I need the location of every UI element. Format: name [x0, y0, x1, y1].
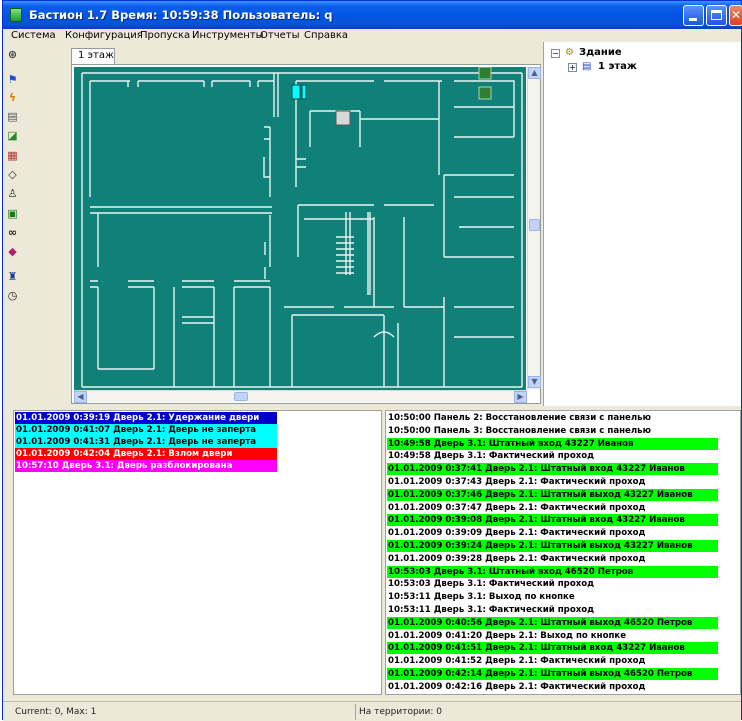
event-row[interactable]: 01.01.2009 0:42:14 Дверь 2.1: Штатный вы… — [387, 668, 718, 680]
event-log[interactable]: 10:50:00 Панель 2: Восстановление связи … — [385, 410, 741, 695]
alarm-row[interactable]: 01.01.2009 0:42:04 Дверь 2.1: Взлом двер… — [15, 448, 277, 460]
reader-device-icon[interactable] — [335, 110, 351, 126]
tag-icon[interactable]: ◇ — [6, 168, 19, 181]
event-row[interactable]: 10:50:00 Панель 2: Восстановление связи … — [387, 412, 718, 424]
scroll-up-arrow[interactable]: ▲ — [528, 67, 541, 79]
panel-device-icon-2[interactable] — [478, 86, 492, 100]
floor-plan-panel: 1 этаж ▲ ▼ ◀ ▶ — [63, 46, 541, 406]
object-tree: − ⚙ Здание + ▤ 1 этаж — [543, 42, 741, 406]
alarm-row[interactable]: 01.01.2009 0:41:31 Дверь 2.1: Дверь не з… — [15, 436, 277, 448]
plan-frame: ▲ ▼ ◀ ▶ — [71, 64, 541, 404]
plan-horizontal-scrollbar[interactable]: ◀ ▶ — [74, 390, 527, 403]
plan-vertical-scrollbar[interactable]: ▲ ▼ — [527, 67, 541, 390]
expand-icon[interactable]: + — [568, 63, 577, 72]
floor-plan-drawing — [81, 67, 523, 388]
event-row[interactable]: 01.01.2009 0:39:09 Дверь 2.1: Фактически… — [387, 527, 718, 540]
door-person-icon[interactable]: ♜ — [6, 270, 19, 283]
terminal-icon[interactable]: ▣ — [6, 207, 19, 220]
event-row[interactable]: 01.01.2009 0:37:46 Дверь 2.1: Штатный вы… — [387, 488, 718, 501]
event-row[interactable]: 10:53:03 Дверь 3.1: Фактический проход — [387, 578, 718, 591]
alarm-row[interactable]: 01.01.2009 0:41:07 Дверь 2.1: Дверь не з… — [15, 424, 277, 436]
menu-tools[interactable]: Инструменты — [192, 30, 264, 41]
stopwatch-icon[interactable]: ◷ — [6, 289, 19, 302]
event-row[interactable]: 01.01.2009 0:40:56 Дверь 2.1: Штатный вы… — [387, 616, 718, 629]
scroll-thumb-horizontal[interactable] — [234, 392, 248, 401]
event-row[interactable]: 01.01.2009 0:41:51 Дверь 2.1: Штатный вх… — [387, 642, 718, 655]
building-icon: ⚙ — [565, 47, 574, 58]
app-icon — [10, 8, 22, 22]
menu-help[interactable]: Справка — [304, 30, 348, 41]
event-row[interactable]: 01.01.2009 0:42:16 Дверь 2.1: Фактически… — [387, 680, 718, 693]
scroll-thumb-vertical[interactable] — [529, 219, 540, 231]
menu-reports[interactable]: Отчеты — [260, 30, 299, 41]
event-row[interactable]: 10:50:00 Панель 3: Восстановление связи … — [387, 424, 718, 437]
event-row[interactable]: 10:53:11 Дверь 3.1: Выход по кнопке — [387, 591, 718, 604]
scroll-left-arrow[interactable]: ◀ — [74, 391, 87, 403]
event-row[interactable]: 01.01.2009 0:37:43 Дверь 2.1: Фактически… — [387, 476, 718, 488]
event-row[interactable]: 01.01.2009 0:37:47 Дверь 2.1: Фактически… — [387, 501, 718, 514]
alarm-row[interactable]: 10:57:10 Дверь 3.1: Дверь разблокирована — [15, 460, 277, 472]
alarm-row[interactable]: 01.01.2009 0:39:19 Дверь 2.1: Удержание … — [15, 412, 277, 424]
status-current-max: Current: 0, Max: 1 — [15, 707, 97, 717]
printer-icon[interactable]: ▤ — [6, 110, 19, 123]
device-icon[interactable]: ◪ — [6, 129, 19, 142]
event-row[interactable]: 01.01.2009 0:37:41 Дверь 2.1: Штатный вх… — [387, 463, 718, 476]
menu-system[interactable]: Система — [11, 30, 56, 41]
event-row[interactable]: 01.01.2009 0:39:24 Дверь 2.1: Штатный вы… — [387, 540, 718, 552]
event-row[interactable]: 01.01.2009 0:41:52 Дверь 2.1: Фактически… — [387, 655, 718, 668]
side-toolbar: ⊛ ⚑ ϟ ▤ ◪ ▦ ◇ ♙ ▣ ∞ ◆ ♜ ◷ — [3, 45, 21, 405]
status-divider — [355, 704, 356, 720]
binoculars-icon[interactable]: ∞ — [6, 226, 19, 239]
floor-plan-canvas[interactable] — [74, 67, 526, 390]
scroll-right-arrow[interactable]: ▶ — [514, 391, 527, 403]
lightning-icon[interactable]: ϟ — [6, 91, 19, 104]
person-card-icon[interactable]: ♙ — [6, 187, 19, 200]
alarm-list[interactable]: 01.01.2009 0:39:19 Дверь 2.1: Удержание … — [13, 410, 382, 695]
event-row[interactable]: 10:53:03 Дверь 3.1: Штатный вход 46520 П… — [387, 565, 718, 578]
window-title: Бастион 1.7 Время: 10:59:38 Пользователь… — [29, 8, 333, 22]
scroll-down-arrow[interactable]: ▼ — [528, 376, 541, 388]
camera-icon[interactable]: ⊛ — [6, 48, 19, 61]
collapse-icon[interactable]: − — [551, 49, 560, 58]
menu-configuration[interactable]: Конфигурация — [65, 30, 143, 41]
app-window: Бастион 1.7 Время: 10:59:38 Пользователь… — [2, 0, 742, 721]
tab-floor-1[interactable]: 1 этаж — [71, 48, 115, 64]
keypad-icon[interactable]: ▦ — [6, 149, 19, 162]
title-bar[interactable]: Бастион 1.7 Время: 10:59:38 Пользователь… — [3, 1, 742, 29]
maximize-button[interactable] — [706, 5, 727, 26]
event-row[interactable]: 10:49:58 Дверь 3.1: Штатный вход 43227 И… — [387, 437, 718, 450]
minimize-icon — [689, 18, 697, 21]
minimize-button[interactable] — [683, 5, 704, 26]
event-row[interactable]: 01.01.2009 0:39:28 Дверь 2.1: Фактически… — [387, 552, 718, 565]
door-sensor-icon[interactable] — [291, 84, 301, 100]
menu-passes[interactable]: Пропуска — [140, 30, 190, 41]
status-bar: Current: 0, Max: 1 На территории: 0 — [3, 701, 741, 721]
close-button[interactable]: ✕ — [729, 5, 742, 26]
status-on-territory: На территории: 0 — [359, 707, 442, 717]
eraser-icon[interactable]: ◆ — [6, 245, 19, 258]
maximize-icon — [711, 10, 722, 20]
flag-icon[interactable]: ⚑ — [6, 73, 19, 86]
panel-device-icon[interactable] — [478, 67, 492, 80]
floor-plan-icon: ▤ — [582, 61, 592, 72]
event-row[interactable]: 10:53:11 Дверь 3.1: Фактический проход — [387, 604, 718, 616]
event-row[interactable]: 01.01.2009 0:41:20 Дверь 2.1: Выход по к… — [387, 629, 718, 642]
event-row[interactable]: 01.01.2009 0:39:08 Дверь 2.1: Штатный вх… — [387, 514, 718, 527]
event-row[interactable]: 10:49:58 Дверь 3.1: Фактический проход — [387, 450, 718, 463]
